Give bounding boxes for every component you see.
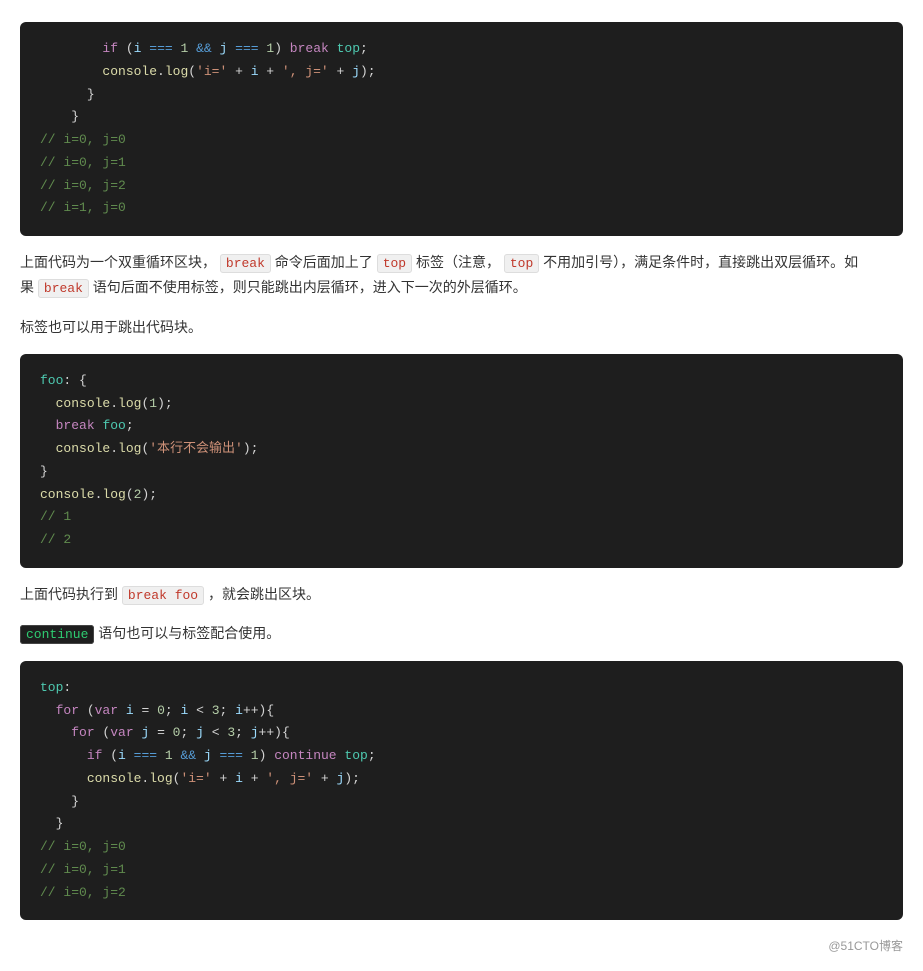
- code-line: }: [40, 461, 883, 484]
- code-line: console.log(2);: [40, 484, 883, 507]
- code-line: // 1: [40, 506, 883, 529]
- text-paragraph-4: continue 语句也可以与标签配合使用。: [20, 621, 903, 646]
- code-line: if (i === 1 && j === 1) continue top;: [40, 745, 883, 768]
- text-paragraph-1: 上面代码为一个双重循环区块， break 命令后面加上了 top 标签（注意， …: [20, 250, 903, 301]
- inline-code-break: break: [220, 254, 271, 273]
- code-line: // i=0, j=2: [40, 882, 883, 905]
- code-line: for (var j = 0; j < 3; j++){: [40, 722, 883, 745]
- code-line: foo: {: [40, 370, 883, 393]
- inline-code-break-foo: break foo: [122, 586, 204, 605]
- watermark-text: @51CTO博客: [828, 939, 903, 953]
- code-line: console.log('本行不会输出');: [40, 438, 883, 461]
- code-line: // 2: [40, 529, 883, 552]
- text-paragraph-2: 标签也可以用于跳出代码块。: [20, 315, 903, 340]
- code-line: }: [40, 84, 883, 107]
- code-line: break foo;: [40, 415, 883, 438]
- code-line: if (i === 1 && j === 1) break top;: [40, 38, 883, 61]
- inline-code-continue: continue: [20, 625, 94, 644]
- inline-code-top2: top: [504, 254, 539, 273]
- code-block-1: if (i === 1 && j === 1) break top; conso…: [20, 22, 903, 236]
- code-line: // i=0, j=0: [40, 836, 883, 859]
- code-line: console.log('i=' + i + ', j=' + j);: [40, 768, 883, 791]
- code-block-2: foo: { console.log(1); break foo; consol…: [20, 354, 903, 568]
- code-line: }: [40, 791, 883, 814]
- code-line: top:: [40, 677, 883, 700]
- code-line: // i=1, j=0: [40, 197, 883, 220]
- page-container: if (i === 1 && j === 1) break top; conso…: [0, 0, 923, 971]
- code-line: console.log(1);: [40, 393, 883, 416]
- inline-code-break2: break: [38, 279, 89, 298]
- code-line: console.log('i=' + i + ', j=' + j);: [40, 61, 883, 84]
- code-block-3: top: for (var i = 0; i < 3; i++){ for (v…: [20, 661, 903, 921]
- text-paragraph-3: 上面代码执行到 break foo ，就会跳出区块。: [20, 582, 903, 607]
- code-line: for (var i = 0; i < 3; i++){: [40, 700, 883, 723]
- code-line: }: [40, 813, 883, 836]
- inline-code-top: top: [377, 254, 412, 273]
- code-line: // i=0, j=2: [40, 175, 883, 198]
- code-line: // i=0, j=1: [40, 152, 883, 175]
- code-line: }: [40, 106, 883, 129]
- code-line: // i=0, j=0: [40, 129, 883, 152]
- code-line: // i=0, j=1: [40, 859, 883, 882]
- watermark: @51CTO博客: [20, 932, 903, 960]
